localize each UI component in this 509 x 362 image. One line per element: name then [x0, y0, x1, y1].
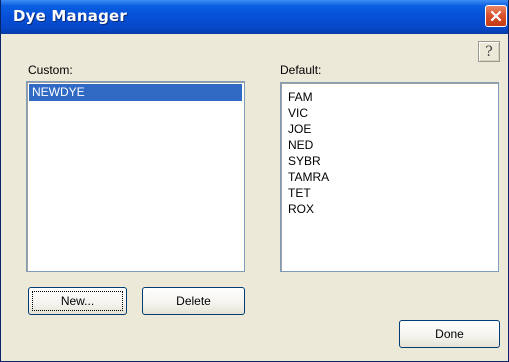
custom-label: Custom:: [28, 63, 73, 77]
default-list-item[interactable]: ROX: [285, 201, 494, 217]
done-button-label: Done: [435, 327, 464, 341]
default-list-item[interactable]: SYBR: [285, 153, 494, 169]
close-button[interactable]: [485, 5, 507, 27]
delete-button-label: Delete: [176, 294, 211, 308]
custom-list-item[interactable]: NEWDYE: [29, 84, 242, 101]
focus-rect: [32, 291, 123, 311]
default-dye-list[interactable]: FAM VIC JOE NED SYBR TAMRA TET ROX: [280, 82, 499, 272]
dye-manager-dialog: Dye Manager ? Custom: Default: NEWDYE FA…: [0, 0, 509, 362]
default-list-item[interactable]: TET: [285, 185, 494, 201]
title-bar[interactable]: Dye Manager: [1, 0, 508, 34]
custom-dye-list[interactable]: NEWDYE: [26, 81, 245, 272]
window-title: Dye Manager: [13, 7, 127, 25]
default-list-item[interactable]: FAM: [285, 89, 494, 105]
default-list-item[interactable]: TAMRA: [285, 169, 494, 185]
delete-button[interactable]: Delete: [142, 287, 245, 315]
close-icon: [490, 10, 502, 22]
help-button[interactable]: ?: [478, 41, 500, 62]
default-list-item[interactable]: VIC: [285, 105, 494, 121]
default-label: Default:: [280, 63, 322, 77]
help-icon: ?: [485, 43, 493, 60]
default-list-item[interactable]: JOE: [285, 121, 494, 137]
default-list-item[interactable]: NED: [285, 137, 494, 153]
new-button[interactable]: New...: [28, 287, 127, 315]
done-button[interactable]: Done: [399, 320, 500, 348]
